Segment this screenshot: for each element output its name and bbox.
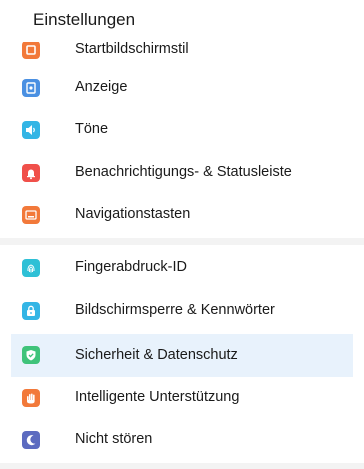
settings-item-do-not-disturb[interactable]: Nicht stören (11, 420, 353, 460)
settings-item-label: Navigationstasten (75, 206, 191, 222)
display-icon (22, 79, 40, 97)
navigation-keys-icon (22, 206, 40, 224)
settings-item-label: Bildschirmsperre & Kennwörter (75, 302, 275, 318)
settings-item-display[interactable]: Anzeige (11, 68, 353, 108)
settings-item-label: Anzeige (75, 79, 128, 95)
settings-item-label: Nicht stören (75, 431, 153, 447)
settings-item-security[interactable]: Sicherheit & Datenschutz (11, 334, 353, 377)
settings-item-navigation-keys[interactable]: Navigationstasten (11, 195, 353, 235)
moon-icon (22, 431, 40, 449)
lock-icon (22, 302, 40, 320)
app-header: Einstellungen (0, 0, 364, 42)
fingerprint-icon (22, 259, 40, 277)
home-style-icon (22, 41, 40, 59)
settings-item-screen-lock[interactable]: Bildschirmsperre & Kennwörter (11, 291, 353, 331)
hand-icon (22, 389, 40, 407)
settings-item-label: Sicherheit & Datenschutz (75, 347, 238, 363)
bell-icon (22, 164, 40, 182)
settings-item-label: Intelligente Unterstützung (75, 389, 240, 405)
settings-item-notifications[interactable]: Benachrichtigungs- & Statusleiste (11, 153, 353, 193)
settings-item-fingerprint[interactable]: Fingerabdruck-ID (11, 248, 353, 288)
settings-item-smart-assistance[interactable]: Intelligente Unterstützung (11, 378, 353, 418)
sound-icon (22, 121, 40, 139)
settings-item-label: Benachrichtigungs- & Statusleiste (75, 164, 292, 180)
settings-item-label: Fingerabdruck-ID (75, 259, 188, 275)
shield-icon (22, 346, 40, 364)
section-divider (0, 463, 364, 469)
settings-item-sounds[interactable]: Töne (11, 110, 353, 150)
settings-item-label: Startbildschirmstil (75, 41, 189, 57)
section-divider (0, 238, 364, 245)
settings-item-label: Töne (75, 121, 109, 137)
page-title: Einstellungen (33, 10, 136, 29)
